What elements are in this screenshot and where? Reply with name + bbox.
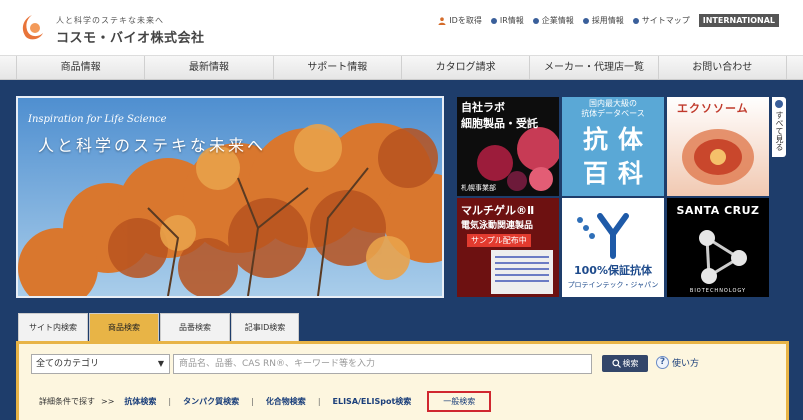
- company-name[interactable]: コスモ・バイオ株式会社: [56, 27, 205, 46]
- help-label: 使い方: [672, 359, 700, 369]
- toplink-recruit[interactable]: 採用情報: [582, 15, 624, 26]
- banner-title: マルチゲル®Ⅱ: [461, 204, 535, 217]
- autumn-tree-image: [18, 98, 442, 296]
- company-logo-icon[interactable]: [18, 13, 46, 41]
- tab-site-search[interactable]: サイト内検索: [18, 313, 88, 341]
- banner-subtitle: 電気泳動関連製品: [461, 221, 534, 231]
- banner-exosome[interactable]: エクソソーム: [667, 97, 769, 196]
- main-nav: 商品情報 最新情報 サポート情報 カタログ請求 メーカー・代理店一覧 お問い合わ…: [0, 55, 803, 80]
- toplink-label: サイトマップ: [641, 16, 690, 25]
- chevron-right-icon: [775, 100, 783, 108]
- banner-santa-cruz[interactable]: SANTA CRUZ BIOTECHNOLOGY: [667, 198, 769, 297]
- banner-subtitle: プロテインテック・ジャパン: [567, 281, 659, 289]
- nav-item-makers[interactable]: メーカー・代理店一覧: [530, 56, 659, 79]
- banner-subtitle: 札幌事業部: [461, 184, 496, 192]
- advanced-search-label: 詳細条件で探す: [39, 397, 95, 406]
- main-area: Inspiration for Life Science 人と科学のステキな未来…: [0, 80, 803, 420]
- toplink-label: IDを取得: [449, 16, 482, 25]
- hero-image[interactable]: Inspiration for Life Science 人と科学のステキな未来…: [16, 96, 444, 298]
- company-tagline: 人と科学のステキな未来へ: [56, 16, 164, 25]
- separator: |: [317, 397, 321, 406]
- elisa-search-link[interactable]: ELISA/ELISpot検索: [333, 396, 412, 407]
- keyword-input[interactable]: 商品名、品番、CAS RN®、キーワード等を入力: [173, 354, 592, 374]
- category-select-value: 全てのカテゴリ: [36, 359, 100, 369]
- toplink-get-id[interactable]: IDを取得: [438, 15, 482, 26]
- nav-item-support[interactable]: サポート情報: [274, 56, 402, 79]
- banner-title: 100%保証抗体: [574, 264, 652, 277]
- compound-search-link[interactable]: 化合物検索: [266, 396, 306, 407]
- search-button-label: 検索: [622, 359, 639, 368]
- site-header: 人と科学のステキな未来へ コスモ・バイオ株式会社 IDを取得 IR情報 企業情報…: [0, 0, 803, 52]
- nav-item-catalog[interactable]: カタログ請求: [402, 56, 531, 79]
- protein-search-link[interactable]: タンパク質検索: [183, 396, 239, 407]
- see-all-tab[interactable]: すべて見る: [772, 97, 786, 157]
- banner-antibody-database[interactable]: 国内最大級の 抗体データベース 抗体 百科: [562, 97, 664, 196]
- antibody-search-link[interactable]: 抗体検索: [124, 396, 156, 407]
- general-search-link[interactable]: 一般検索: [427, 391, 492, 412]
- separator: |: [251, 397, 254, 406]
- toplink-ir[interactable]: IR情報: [490, 15, 524, 26]
- sample-badge: サンプル配布中: [467, 234, 531, 247]
- banner-title: エクソソーム: [677, 102, 749, 115]
- hero-english-text: Inspiration for Life Science: [28, 114, 167, 125]
- search-button[interactable]: 検索: [602, 355, 648, 372]
- nav-item-products[interactable]: 商品情報: [16, 56, 146, 79]
- toplink-sitemap[interactable]: サイトマップ: [632, 15, 690, 26]
- banner-big-text: 抗体 百科: [582, 125, 653, 188]
- toplink-label: 企業情報: [541, 16, 574, 25]
- banner-subtitle: BIOTECHNOLOGY: [689, 288, 747, 294]
- hero-japanese-text: 人と科学のステキな未来へ: [38, 136, 267, 155]
- toplink-label: IR情報: [499, 16, 524, 25]
- banner-guaranteed-antibody[interactable]: 100%保証抗体 プロテインテック・ジャパン: [562, 198, 664, 297]
- category-select[interactable]: 全てのカテゴリ ▼: [31, 354, 170, 374]
- banner-title: SANTA CRUZ: [676, 204, 760, 217]
- help-link[interactable]: ? 使い方: [656, 356, 699, 369]
- nav-item-news[interactable]: 最新情報: [145, 56, 274, 79]
- bullet-icon: [532, 17, 539, 24]
- tab-catalog-number-search[interactable]: 品番検索: [160, 313, 230, 341]
- top-links: IDを取得 IR情報 企業情報 採用情報 サイトマップ INTERNATIONA…: [438, 14, 779, 27]
- advanced-search-row: 詳細条件で探す >> 抗体検索 | タンパク質検索 | 化合物検索 | ELIS…: [39, 391, 492, 412]
- double-chevron-icon: >>: [101, 397, 115, 406]
- banner-cell-products[interactable]: 自社ラボ 細胞製品・受託 札幌事業部: [457, 97, 559, 196]
- nav-item-contact[interactable]: お問い合わせ: [659, 56, 787, 79]
- question-icon: ?: [656, 356, 669, 369]
- person-icon: [438, 16, 446, 25]
- see-all-label: すべて見る: [775, 111, 784, 151]
- search-panel: 全てのカテゴリ ▼ 商品名、品番、CAS RN®、キーワード等を入力 検索 ? …: [16, 341, 789, 420]
- banner-multigel[interactable]: マルチゲル®Ⅱ 電気泳動関連製品 サンプル配布中: [457, 198, 559, 297]
- separator: |: [168, 397, 172, 406]
- banner-title: 国内最大級の 抗体データベース: [581, 99, 645, 118]
- banner-title: 自社ラボ 細胞製品・受託: [461, 101, 538, 130]
- bullet-icon: [490, 17, 497, 24]
- toplink-label: 採用情報: [591, 16, 624, 25]
- bullet-icon: [582, 17, 589, 24]
- tab-product-search[interactable]: 商品検索: [89, 313, 159, 341]
- bullet-icon: [632, 17, 639, 24]
- international-button[interactable]: INTERNATIONAL: [698, 14, 779, 27]
- tab-article-id-search[interactable]: 記事ID検索: [231, 313, 299, 341]
- toplink-company[interactable]: 企業情報: [532, 15, 574, 26]
- search-icon: [611, 359, 621, 368]
- caret-down-icon: ▼: [157, 359, 164, 368]
